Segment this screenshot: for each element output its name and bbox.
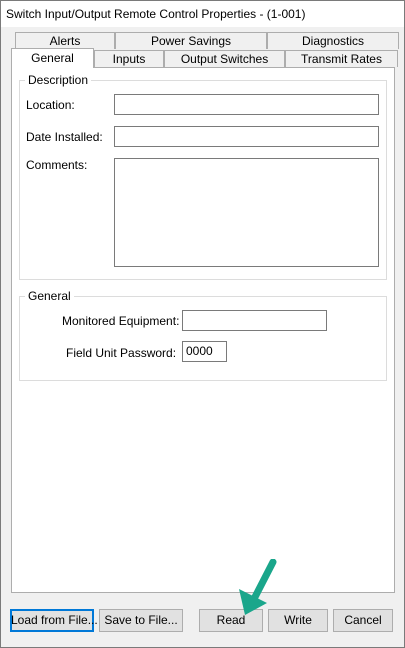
tab-inputs[interactable]: Inputs [94,50,164,67]
field-unit-password-input[interactable]: 0000 [182,341,227,362]
load-from-file-button[interactable]: Load from File... [10,609,98,632]
description-group-label: Description [25,73,92,87]
annotation-arrow-icon [239,559,277,615]
title-bar[interactable]: Switch Input/Output Remote Control Prope… [1,1,404,27]
general-group-label: General [25,289,74,303]
tab-power-savings[interactable]: Power Savings [115,32,267,49]
tab-diagnostics[interactable]: Diagnostics [267,32,399,49]
cancel-button[interactable]: Cancel [333,609,393,632]
monitored-equipment-input[interactable] [182,310,327,331]
tab-transmit-rates[interactable]: Transmit Rates [285,50,398,67]
tab-general[interactable]: General [11,48,94,68]
location-input[interactable] [114,94,379,115]
field-unit-password-label: Field Unit Password: [66,346,177,360]
tab-output-switches[interactable]: Output Switches [164,50,285,67]
save-to-file-button[interactable]: Save to File... [99,609,183,632]
comments-label: Comments: [26,158,88,172]
date-installed-input[interactable] [114,126,379,147]
properties-dialog: Switch Input/Output Remote Control Prope… [0,0,405,648]
window-title: Switch Input/Output Remote Control Prope… [6,7,306,21]
date-installed-label: Date Installed: [26,130,103,144]
location-label: Location: [26,98,75,112]
tab-alerts[interactable]: Alerts [15,32,115,49]
monitored-equipment-label: Monitored Equipment: [62,314,180,328]
general-group [19,296,387,381]
comments-textarea[interactable] [114,158,379,267]
general-tab-page: Description Location: Date Installed: Co… [11,67,395,593]
